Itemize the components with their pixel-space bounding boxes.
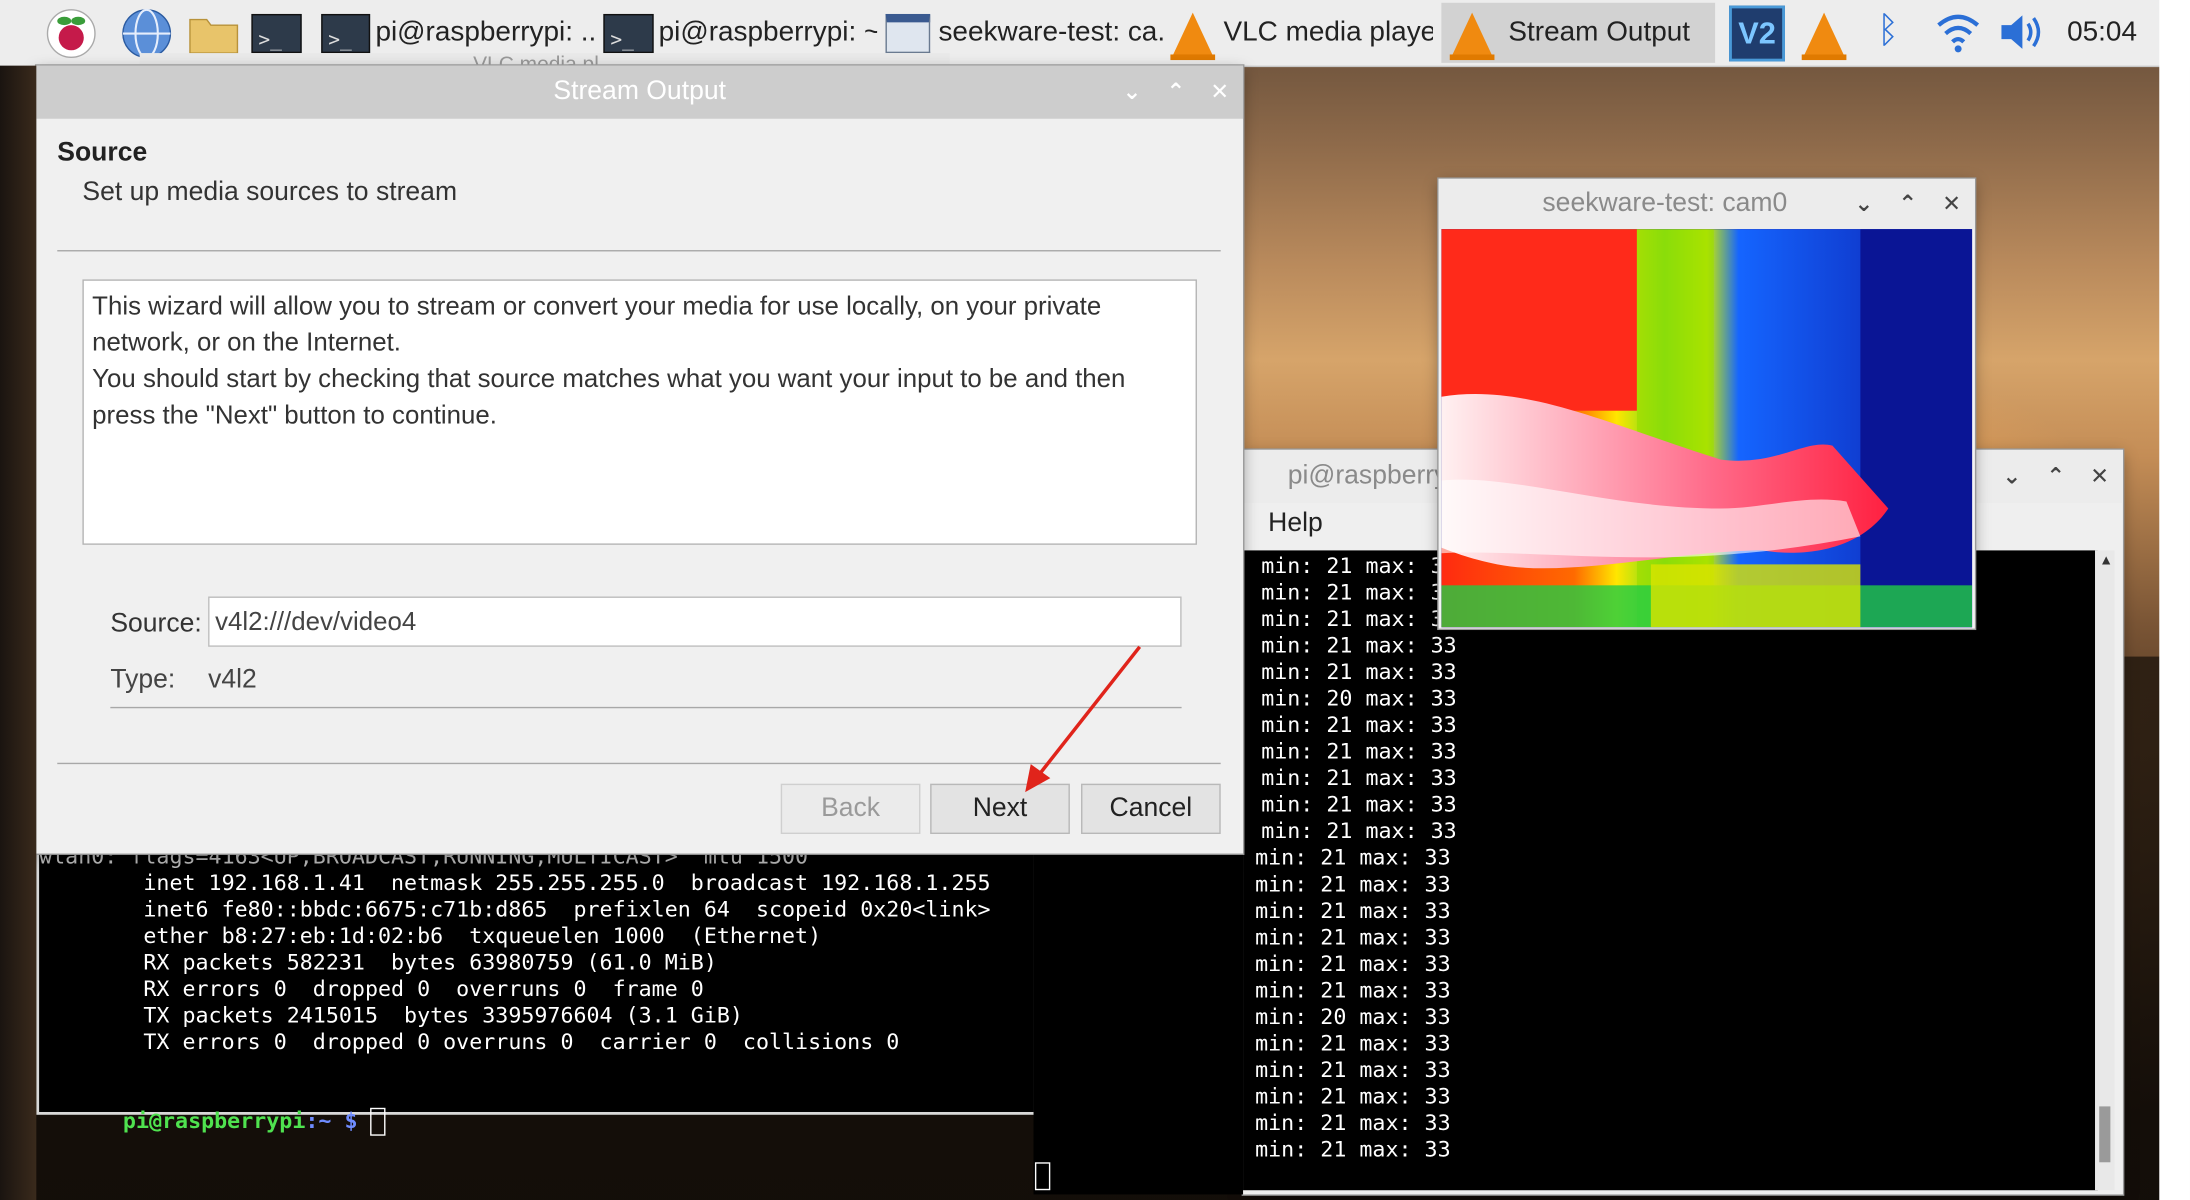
terminal-line: min: 21 max: 33 (1261, 712, 1457, 738)
terminal-right-output[interactable]: min: 21 max: 33 min: 21 max: 33 min: 21 ma… (1034, 550, 2098, 1191)
type-value: v4l2 (208, 664, 257, 695)
dialog-titlebar[interactable]: Stream Output ⌄ ⌃ ✕ (36, 65, 1244, 119)
back-button[interactable]: Back (780, 783, 921, 834)
wizard-description: This wizard will allow you to stream or … (82, 279, 1197, 545)
terminal-line: RX packets 582231 bytes 63980759 (61.0 M… (39, 949, 717, 976)
vlc-tray-icon[interactable] (1801, 3, 1847, 63)
terminal-line: inet6 fe80::bbdc:6675:c71b:d865 prefixle… (39, 896, 991, 923)
maximize-caret-icon[interactable]: ⌃ (1166, 78, 1185, 106)
terminal-line: min: 21 max: 33 (1261, 738, 1457, 765)
vlc-cone-icon (1170, 11, 1216, 60)
terminal-line: min: 21 max: 33 (1261, 553, 1457, 579)
close-icon[interactable]: ✕ (1210, 78, 1229, 106)
terminal-line: TX packets 2415015 bytes 3395976604 (3.1… (39, 1003, 743, 1029)
terminal-icon: >_ (321, 13, 370, 53)
wizard-subheading: Set up media sources to stream (82, 177, 458, 207)
terminal-line: min: 21 max: 33 (1261, 659, 1457, 685)
terminal-right-output-left-part (1033, 843, 1244, 1195)
raspberry-menu-icon[interactable] (45, 3, 98, 63)
wizard-heading: Source (57, 138, 148, 168)
volume-icon[interactable] (1997, 11, 2047, 63)
terminal-line: min: 21 max: 33 (1261, 632, 1457, 658)
desktop-edge (0, 65, 37, 1200)
shell-prompt: pi@raspberrypi:~ $ (45, 1081, 386, 1136)
terminal-line: min: 21 max: 33 (1261, 765, 1457, 791)
thermal-image-svg (1441, 229, 1973, 628)
camera-window[interactable]: seekware-test: cam0 ⌄ ⌃ ✕ (1438, 178, 1975, 629)
minimize-chevron-icon[interactable]: ⌄ (1854, 190, 1873, 218)
minimize-chevron-icon[interactable]: ⌄ (2003, 462, 2022, 490)
window-icon (885, 13, 931, 53)
terminal-line: RX errors 0 dropped 0 overruns 0 frame 0 (39, 976, 704, 1002)
close-icon[interactable]: ✕ (1942, 190, 1961, 218)
terminal-line: min: 21 max: 33 (1261, 606, 1457, 632)
terminal-line: min: 21 max: 33 (1261, 579, 1457, 605)
terminal-line: min: 20 max: 33 (1261, 685, 1457, 712)
terminal-icon: >_ (603, 13, 654, 53)
clock: 05:04 (2067, 16, 2138, 48)
scroll-up-arrow-icon[interactable]: ▲ (2099, 553, 2113, 568)
type-label: Type: (110, 664, 176, 695)
terminal-scrollbar[interactable]: ▲ (2095, 550, 2115, 1191)
terminal-window-left[interactable]: wlan0: flags=4163<UP,BROADCAST,RUNNING,M… (39, 838, 1034, 1136)
scrollbar-thumb[interactable] (2099, 1106, 2111, 1163)
terminal-line: min: 21 max: 33 (1261, 818, 1457, 844)
taskbar-button-vlc[interactable]: VLC media player (1170, 3, 1433, 63)
terminal-line: inet 192.168.1.41 netmask 255.255.255.0 … (39, 870, 991, 896)
camera-window-titlebar[interactable]: seekware-test: cam0 ⌄ ⌃ ✕ (1438, 178, 1975, 230)
wifi-icon[interactable] (1936, 11, 1981, 63)
maximize-caret-icon[interactable]: ⌃ (1898, 190, 1917, 218)
terminal-line: TX errors 0 dropped 0 overruns 0 carrier… (39, 1029, 900, 1055)
vlc-cone-icon (1449, 11, 1495, 60)
annotation-arrow (1025, 645, 1142, 793)
maximize-caret-icon[interactable]: ⌃ (2046, 462, 2065, 490)
vnc-tray-icon[interactable]: V2 (1729, 3, 1785, 63)
close-icon[interactable]: ✕ (2090, 462, 2109, 490)
taskbar-button-stream-output[interactable]: Stream Output (1441, 2, 1716, 63)
terminal-cursor (370, 1107, 386, 1136)
terminal-line: min: 21 max: 33 (1261, 792, 1457, 818)
screen-border (2159, 0, 2190, 1200)
thermal-camera-image (1441, 229, 1973, 628)
bluetooth-icon[interactable]: ᛒ (1877, 8, 1899, 51)
minimize-chevron-icon[interactable]: ⌄ (1123, 78, 1142, 106)
terminal-line: ether b8:27:eb:1d:02:b6 txqueuelen 1000 … (39, 923, 822, 949)
divider (57, 250, 1221, 252)
terminal-cursor (1034, 1162, 1051, 1191)
menu-help[interactable]: Help (1268, 508, 1323, 539)
source-label: Source: (110, 609, 202, 639)
dialog-title: Stream Output (553, 76, 726, 107)
